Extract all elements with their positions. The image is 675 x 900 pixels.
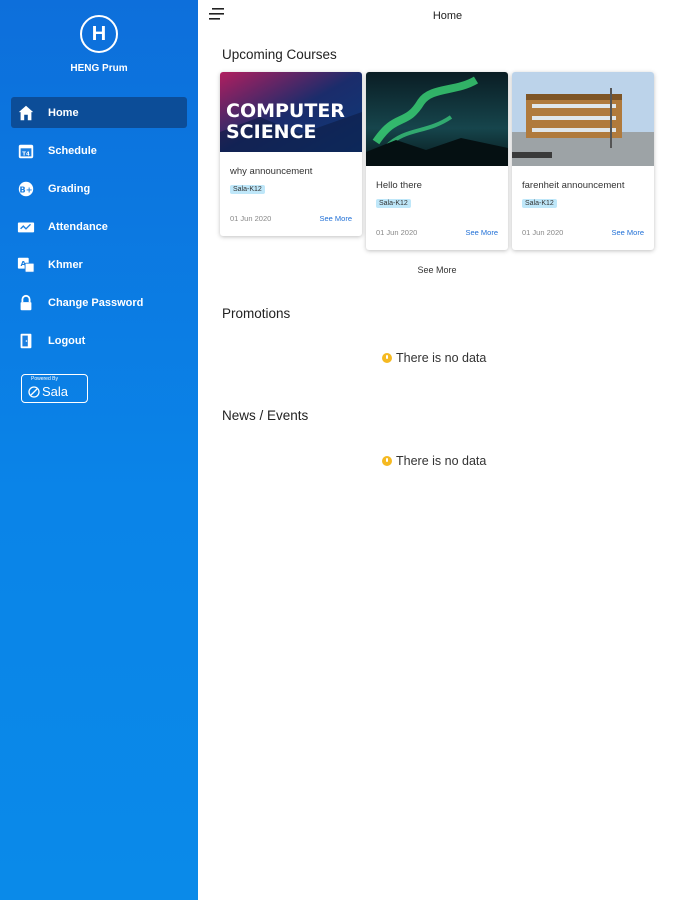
promotions-empty-state: There is no data (382, 351, 486, 365)
sidebar-item-khmer[interactable]: A Khmer (11, 249, 187, 280)
course-title: farenheit announcement (522, 180, 625, 191)
sidebar-item-grading[interactable]: B+ Grading (11, 173, 187, 204)
sidebar-item-label: Home (48, 106, 79, 119)
course-title: Hello there (376, 180, 422, 191)
course-tag: Sala-K12 (376, 199, 411, 208)
see-more-link[interactable]: See More (611, 228, 644, 237)
sidebar-item-label: Attendance (48, 220, 108, 233)
sidebar-item-schedule[interactable]: T4 Schedule (11, 135, 187, 166)
course-image: COMPUTER SCIENCE (220, 72, 362, 152)
attendance-icon (16, 217, 36, 237)
svg-text:SCIENCE: SCIENCE (226, 121, 317, 143)
sidebar-item-logout[interactable]: Logout (11, 325, 187, 356)
course-date: 01 Jun 2020 (376, 228, 418, 237)
info-icon (382, 353, 392, 363)
course-card[interactable]: COMPUTER SCIENCE why announcement Sala-K… (220, 72, 362, 236)
sala-logo-icon (28, 386, 40, 398)
see-more-link[interactable]: See More (465, 228, 498, 237)
course-date: 01 Jun 2020 (522, 228, 564, 237)
course-title: why announcement (230, 166, 313, 177)
see-more-link[interactable]: See More (319, 214, 352, 223)
course-tag: Sala-K12 (522, 199, 557, 208)
course-image (366, 72, 508, 166)
page-title: Home (432, 10, 463, 22)
upcoming-see-more-button[interactable]: See More (400, 265, 474, 275)
svg-text:COMPUTER: COMPUTER (226, 100, 345, 122)
home-icon (16, 103, 36, 123)
logout-icon (16, 331, 36, 351)
grading-icon: B+ (16, 179, 36, 199)
sidebar-item-label: Schedule (48, 144, 97, 157)
section-title-news: News / Events (222, 408, 309, 423)
sidebar-item-change-password[interactable]: Change Password (11, 287, 187, 318)
empty-message: There is no data (396, 454, 487, 468)
svg-text:B+: B+ (20, 184, 33, 194)
course-card[interactable]: farenheit announcement Sala-K12 01 Jun 2… (512, 72, 654, 250)
sidebar-item-label: Grading (48, 182, 91, 195)
avatar[interactable]: H (80, 15, 118, 53)
menu-icon[interactable] (208, 6, 226, 22)
sidebar-item-label: Khmer (48, 258, 83, 271)
course-date: 01 Jun 2020 (230, 214, 272, 223)
sidebar-item-attendance[interactable]: Attendance (11, 211, 187, 242)
course-card[interactable]: Hello there Sala-K12 01 Jun 2020 See Mor… (366, 72, 508, 250)
course-image (512, 72, 654, 166)
section-title-promotions: Promotions (222, 306, 291, 321)
sidebar: H HENG Prum Home T4 Schedule B+ Grading … (0, 0, 198, 900)
powered-by-sala-logo: Powered By Sala (21, 374, 88, 403)
user-name: HENG Prum (70, 63, 128, 74)
info-icon (382, 456, 392, 466)
sidebar-item-label: Logout (48, 334, 86, 347)
language-icon: A (16, 255, 36, 275)
section-title-upcoming: Upcoming Courses (222, 47, 337, 62)
svg-text:T4: T4 (22, 151, 30, 157)
sidebar-item-home[interactable]: Home (11, 97, 187, 128)
course-tag: Sala-K12 (230, 185, 265, 194)
sidebar-item-label: Change Password (48, 296, 144, 309)
news-empty-state: There is no data (382, 454, 486, 468)
lock-icon (16, 293, 36, 313)
calendar-icon: T4 (16, 141, 36, 161)
empty-message: There is no data (396, 351, 487, 365)
